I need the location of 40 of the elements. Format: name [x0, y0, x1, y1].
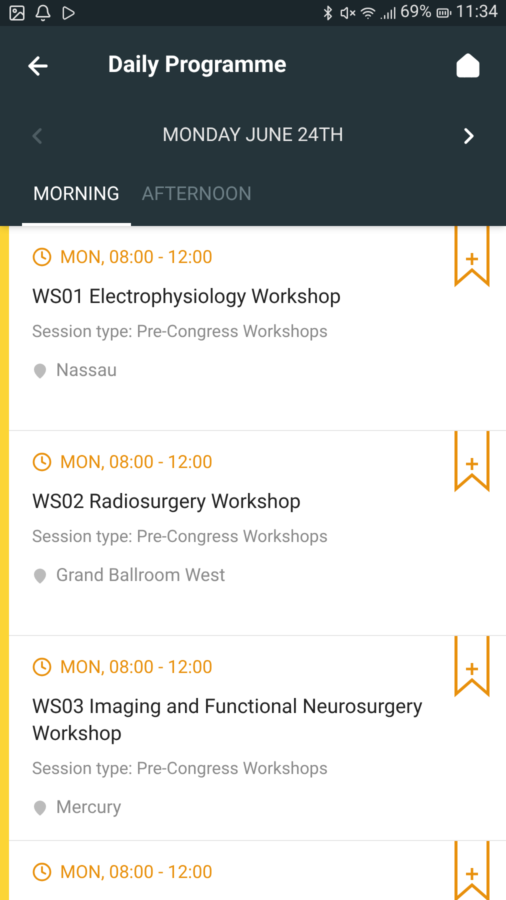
bookmark-add-icon[interactable]: [454, 430, 490, 492]
home-icon: [454, 52, 482, 80]
session-card[interactable]: MON, 08:00 - 12:00 WS01 Electrophysiology Workshop Session type: Pre-Congress Workshops Nassau: [9, 226, 506, 430]
session-card[interactable]: MON, 08:00 - 12:00 WS02 Radiosurgery Workshop Session type: Pre-Congress Workshops Grand Ballroom West: [9, 430, 506, 636]
session-type: Session type: Pre-Congress Workshops: [32, 526, 329, 548]
session-type: Session type: Pre-Congress Workshops: [32, 320, 329, 344]
bookmark-add-icon[interactable]: [454, 840, 490, 900]
play-icon: [60, 4, 76, 21]
home-button[interactable]: [454, 52, 482, 80]
battery-percent: 69%: [400, 1, 432, 24]
clock-icon: [32, 657, 52, 677]
session-title: WS03 Imaging and Functional Neurosurgery Workshop: [32, 692, 424, 746]
session-title: WS01 Electrophysiology Workshop: [32, 282, 342, 310]
location-pin-icon: [32, 800, 48, 816]
session-location: Mercury: [56, 796, 122, 820]
bookmark-add-icon[interactable]: [454, 636, 490, 698]
session-title: WS02 Radiosurgery Workshop: [32, 488, 302, 514]
tab[interactable]: MORNING: [22, 166, 131, 226]
session-card[interactable]: MON, 08:00 - 12:00 WS03 Imaging and Functional Neurosurgery Workshop Session type: Pre-Congress Workshops Mercury: [9, 636, 506, 840]
signal-icon: [380, 4, 396, 21]
location-pin-icon: [32, 568, 48, 584]
location-pin-icon: [32, 362, 48, 378]
bookmark-add-icon[interactable]: [454, 226, 490, 288]
session-time: MON, 08:00 - 12:00: [60, 656, 212, 680]
screen-title: Daily Programme: [108, 50, 286, 80]
session-time: MON, 08:00 - 12:00: [60, 246, 212, 270]
session-location: Nassau: [56, 359, 117, 383]
clock-time: 11:34: [456, 1, 498, 24]
clock-icon: [32, 452, 52, 472]
clock-icon: [32, 247, 52, 267]
image-icon: [8, 4, 26, 22]
clock-icon: [32, 862, 52, 882]
date-label: MONDAY JUNE 24TH: [161, 122, 345, 148]
wifi-icon: [360, 4, 376, 21]
session-time: MON, 08:00 - 12:00: [60, 860, 212, 884]
session-type: Session type: Pre-Congress Workshops: [32, 758, 329, 780]
bell-icon: [34, 4, 52, 22]
session-location: Grand Ballroom West: [56, 564, 226, 588]
session-time: MON, 08:00 - 12:00: [60, 450, 212, 474]
mute-icon: [340, 4, 356, 21]
